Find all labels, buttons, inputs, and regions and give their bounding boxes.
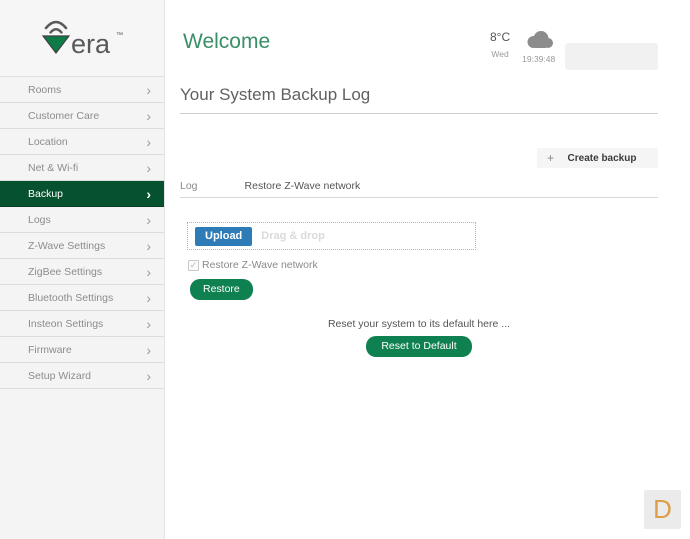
sidebar-item-label: Firmware [0,344,72,356]
welcome-heading: Welcome [183,30,270,54]
vera-logo: era ™ [0,0,164,77]
sidebar-item-rooms[interactable]: Rooms › [0,77,164,103]
sidebar-item-zigbee-settings[interactable]: ZigBee Settings › [0,259,164,285]
tab-log[interactable]: Log [180,180,198,192]
tab-restore-zwave-network[interactable]: Restore Z-Wave network [245,180,361,192]
logo-text-era: era [71,29,111,59]
sidebar-item-firmware[interactable]: Firmware › [0,337,164,363]
chevron-icon: › [146,369,151,383]
tabs-divider [180,197,658,198]
sidebar-item-setup-wizard[interactable]: Setup Wizard › [0,363,164,389]
sidebar-item-label: Rooms [0,84,61,96]
create-backup-button[interactable]: + Create backup [537,148,658,168]
sidebar-item-insteon-settings[interactable]: Insteon Settings › [0,311,164,337]
chevron-icon: › [146,239,151,253]
upload-button[interactable]: Upload [195,227,252,246]
vera-logo-mark: era ™ [38,15,126,61]
sidebar-item-backup[interactable]: Backup › [0,181,164,207]
sidebar: era ™ Dashboard›Devices›Cameras›Scenes›E… [0,0,165,539]
tabs-bar: Log Restore Z-Wave network [180,180,360,192]
chevron-icon: › [146,135,151,149]
wifi-arc-inner [51,29,62,32]
debug-badge[interactable]: D [644,490,681,529]
weekday-label: Wed [490,49,510,59]
sidebar-item-label: Setup Wizard [0,370,91,382]
chevron-icon: › [146,187,151,201]
restore-button[interactable]: Restore [190,279,253,300]
green-v-triangle [43,36,69,53]
sidebar-item-net-wi-fi[interactable]: Net & Wi-fi › [0,155,164,181]
chevron-icon: › [146,109,151,123]
chevron-icon: › [146,161,151,175]
sidebar-item-label: Net & Wi-fi [0,162,78,174]
clock-time: 19:39:48 [522,54,555,64]
sidebar-item-label: Location [0,136,68,148]
sidebar-nav: Dashboard›Devices›Cameras›Scenes›Energy+… [0,77,164,389]
sidebar-item-location[interactable]: Location › [0,129,164,155]
reset-section: Reset your system to its default here ..… [180,318,658,357]
sidebar-item-logs[interactable]: Logs › [0,207,164,233]
reset-instruction-text: Reset your system to its default here ..… [180,318,658,330]
chevron-icon: › [146,265,151,279]
sidebar-item-label: Logs [0,214,51,226]
chevron-icon: › [146,83,151,97]
sidebar-item-label: Insteon Settings [0,318,103,330]
upload-dropzone[interactable]: Upload Drag & drop [187,222,476,250]
chevron-icon: › [146,291,151,305]
checkbox-icon[interactable]: ✓ [188,260,199,271]
create-backup-label: Create backup [554,153,658,164]
weather-widget: 8°C Wed 19:39:48 [490,30,567,64]
sidebar-item-label: ZigBee Settings [0,266,102,278]
reset-to-default-button[interactable]: Reset to Default [366,336,471,357]
chevron-icon: › [146,317,151,331]
page-title: Your System Backup Log [180,85,370,105]
drag-drop-hint: Drag & drop [261,230,325,242]
title-divider [180,113,658,114]
cloud-block: 19:39:48 [522,30,555,64]
sidebar-item-label: Bluetooth Settings [0,292,113,304]
temperature-value: 8°C [490,30,510,44]
sidebar-item-label: Customer Care [0,110,99,122]
sidebar-item-label: Backup [0,188,63,200]
plus-icon: + [547,151,554,165]
chevron-icon: › [146,343,151,357]
sidebar-item-bluetooth-settings[interactable]: Bluetooth Settings › [0,285,164,311]
restore-zwave-checkbox-row[interactable]: ✓ Restore Z-Wave network [188,259,318,271]
chevron-icon: › [146,213,151,227]
main-content: Welcome 8°C Wed 19:39:48 Your System Bac… [165,0,690,539]
restore-checkbox-label: Restore Z-Wave network [202,259,318,271]
sidebar-item-label: Z-Wave Settings [0,240,105,252]
sidebar-item-customer-care[interactable]: Customer Care › [0,103,164,129]
temperature-block: 8°C Wed [490,30,510,59]
cloud-icon [524,30,554,49]
logo-trademark: ™ [116,32,123,39]
sidebar-item-z-wave-settings[interactable]: Z-Wave Settings › [0,233,164,259]
wifi-arc-outer [46,22,66,28]
account-placeholder[interactable] [565,43,658,70]
